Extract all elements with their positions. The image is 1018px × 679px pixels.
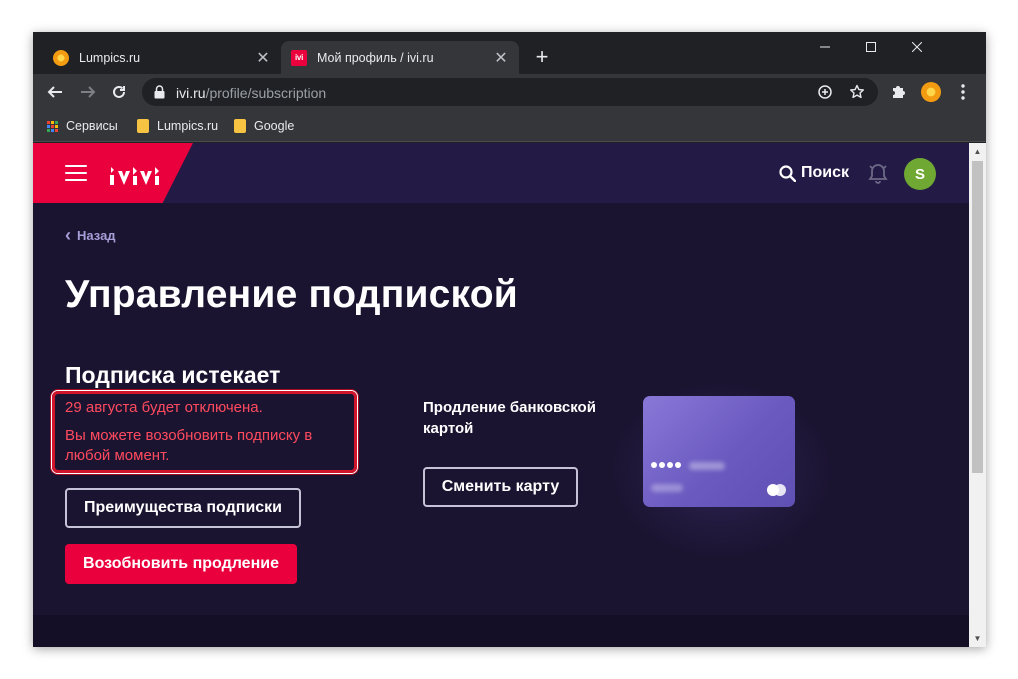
- change-card-button[interactable]: Сменить карту: [423, 467, 578, 507]
- url-path: /profile/subscription: [205, 85, 327, 101]
- subscription-heading: Подписка истекает: [65, 362, 281, 388]
- tab-title: Мой профиль / ivi.ru: [317, 50, 434, 65]
- hamburger-menu-icon[interactable]: [65, 165, 87, 181]
- blurred-card-digits: [689, 462, 725, 470]
- tab-lumpics[interactable]: Lumpics.ru ✕: [43, 41, 281, 74]
- tab-strip: Lumpics.ru ✕ ivi Мой профиль / ivi.ru ✕ …: [33, 32, 986, 74]
- new-tab-button[interactable]: +: [530, 46, 554, 70]
- extensions-button[interactable]: [885, 79, 911, 105]
- expiry-notice: 29 августа будет отключена.: [65, 399, 263, 416]
- bookmark-label: Lumpics.ru: [157, 119, 219, 133]
- browser-window: Lumpics.ru ✕ ivi Мой профиль / ivi.ru ✕ …: [33, 32, 986, 647]
- blurred-card-expiry: [651, 484, 683, 492]
- star-icon[interactable]: [849, 84, 865, 100]
- renew-hint: Вы можете возобновить подписку в любой м…: [65, 427, 313, 464]
- reload-icon: [113, 85, 125, 98]
- back-link[interactable]: ‹ Назад: [65, 226, 116, 244]
- folder-icon: [137, 119, 149, 133]
- search-icon: [779, 164, 796, 182]
- bookmark-label: Google: [254, 119, 295, 133]
- lock-icon: [154, 85, 165, 99]
- page-footer-band: [33, 615, 969, 647]
- site-header: Поиск S: [33, 143, 969, 203]
- folder-icon: [234, 119, 246, 133]
- renew-subscription-button[interactable]: Возобновить продление: [65, 544, 297, 584]
- bank-card: [643, 396, 795, 507]
- orange-avatar-icon: [921, 82, 941, 102]
- kebab-menu-icon: [961, 84, 965, 100]
- profile-button[interactable]: [918, 79, 944, 105]
- card-renewal-label: Продление банковской картой: [423, 399, 596, 437]
- ivi-logo[interactable]: [109, 161, 161, 187]
- url-text: ivi.ru/profile/subscription: [176, 85, 326, 101]
- url-host: ivi.ru: [176, 85, 206, 101]
- maximize-icon: [866, 42, 876, 52]
- close-icon[interactable]: ✕: [253, 48, 273, 68]
- puzzle-icon: [893, 86, 905, 98]
- back-button[interactable]: [42, 79, 68, 105]
- bookmark-services[interactable]: Сервисы: [47, 116, 118, 136]
- close-window-button[interactable]: [894, 32, 940, 62]
- bookmark-google[interactable]: Google: [234, 116, 294, 136]
- tab-ivi-profile[interactable]: ivi Мой профиль / ivi.ru ✕: [281, 41, 519, 74]
- browser-toolbar: ivi.ru/profile/subscription: [33, 74, 986, 110]
- chevron-left-icon: ‹: [65, 225, 71, 245]
- minimize-icon: [820, 46, 830, 48]
- scrollbar-thumb[interactable]: [972, 161, 983, 473]
- subscription-benefits-button[interactable]: Преимущества подписки: [65, 488, 301, 528]
- address-bar[interactable]: ivi.ru/profile/subscription: [142, 78, 878, 106]
- add-circle-icon[interactable]: [818, 85, 832, 99]
- mastercard-icon: [767, 484, 787, 496]
- tab-title: Lumpics.ru: [79, 50, 141, 65]
- close-icon: [912, 42, 922, 52]
- maximize-button[interactable]: [848, 32, 894, 62]
- user-avatar[interactable]: S: [904, 158, 936, 190]
- menu-button[interactable]: [950, 79, 976, 105]
- page-title: Управление подпиской: [65, 273, 518, 316]
- arrow-left-icon: [47, 86, 62, 98]
- search-button[interactable]: Поиск: [779, 163, 849, 183]
- masked-card-number: [651, 462, 683, 468]
- scroll-down-icon[interactable]: ▼: [969, 630, 986, 647]
- page-viewport: Поиск S ‹ Назад Управление подпиской Под…: [33, 143, 969, 647]
- ivi-icon: ivi: [291, 49, 307, 66]
- arrow-right-icon: [81, 86, 96, 98]
- bell-icon[interactable]: [868, 162, 888, 184]
- reload-button[interactable]: [106, 79, 132, 105]
- forward-button[interactable]: [75, 79, 101, 105]
- back-label: Назад: [77, 227, 116, 243]
- close-icon[interactable]: ✕: [491, 48, 511, 68]
- bookmarks-bar: Сервисы Lumpics.ru Google: [33, 110, 986, 142]
- minimize-button[interactable]: [802, 32, 848, 62]
- orange-icon: [53, 49, 69, 66]
- bookmark-label: Сервисы: [66, 119, 118, 133]
- vertical-scrollbar[interactable]: ▲ ▼: [969, 143, 986, 647]
- search-label: Поиск: [801, 164, 850, 181]
- apps-grid-icon: [47, 120, 58, 132]
- scroll-up-icon[interactable]: ▲: [969, 143, 986, 160]
- bookmark-lumpics[interactable]: Lumpics.ru: [137, 116, 218, 136]
